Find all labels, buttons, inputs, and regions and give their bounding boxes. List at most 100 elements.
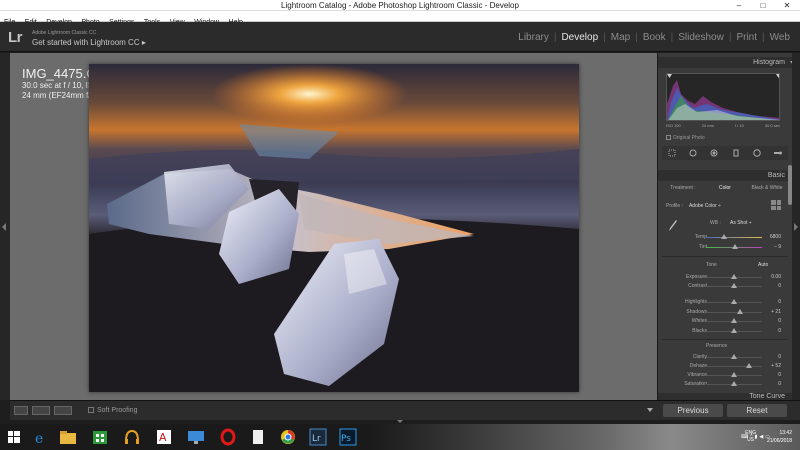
left-panel-collapsed[interactable] <box>0 53 10 400</box>
vibrance-value[interactable]: 0 <box>778 371 781 379</box>
collapse-right-arrow-icon[interactable] <box>794 223 798 231</box>
auto-tone-button[interactable]: Auto <box>758 262 768 268</box>
wb-dropdown[interactable]: As Shot ÷ <box>730 220 752 226</box>
saturation-value[interactable]: 0 <box>778 380 781 388</box>
tone-curve-header[interactable]: Tone Curve <box>658 393 800 400</box>
slider-contrast[interactable]: Contrast 0 <box>666 282 781 290</box>
lightroom-taskbar-icon[interactable]: Lr <box>308 428 328 446</box>
before-after-button[interactable] <box>32 406 50 415</box>
document-icon[interactable] <box>248 428 268 446</box>
acrobat-icon[interactable]: A <box>154 428 174 446</box>
reset-button[interactable]: Reset <box>727 404 787 417</box>
slider-whites[interactable]: Whites 0 <box>666 317 781 325</box>
before-after-options-button[interactable] <box>54 406 72 415</box>
system-clock[interactable]: 13:42 21/06/2018 <box>767 429 792 445</box>
profile-browser-icon[interactable] <box>771 200 781 210</box>
highlights-thumb[interactable] <box>731 299 737 304</box>
spot-removal-icon[interactable] <box>689 149 697 157</box>
expand-left-arrow-icon[interactable] <box>2 223 6 231</box>
saturation-thumb[interactable] <box>731 381 737 386</box>
white-balance-eyedropper-icon[interactable] <box>668 219 678 233</box>
slider-vibrance[interactable]: Vibrance 0 <box>666 371 781 379</box>
previous-button[interactable]: Previous <box>663 404 723 417</box>
internet-explorer-icon[interactable]: e <box>31 428 51 446</box>
headphones-icon[interactable] <box>122 428 142 446</box>
blacks-value[interactable]: 0 <box>778 327 781 335</box>
slider-highlights[interactable]: Highlights 0 <box>666 298 781 306</box>
whites-thumb[interactable] <box>731 318 737 323</box>
tint-thumb[interactable] <box>732 244 738 249</box>
module-library[interactable]: Library <box>514 32 553 43</box>
soft-proofing-checkbox[interactable] <box>88 407 94 413</box>
histogram-graph[interactable] <box>666 73 780 121</box>
contrast-thumb[interactable] <box>731 283 737 288</box>
histogram-header[interactable]: Histogram <box>658 57 800 68</box>
dehaze-value[interactable]: + 52 <box>771 362 781 370</box>
basic-header[interactable]: Basic <box>658 170 800 181</box>
identity-line-2[interactable]: Get started with Lightroom CC ▸ <box>32 38 146 47</box>
input-language[interactable]: ENG US <box>745 430 756 444</box>
original-photo-toggle[interactable]: Original Photo <box>666 135 705 141</box>
photoshop-taskbar-icon[interactable]: Ps <box>338 428 358 446</box>
windows-start-icon[interactable] <box>4 428 24 446</box>
opera-icon[interactable] <box>218 428 238 446</box>
original-photo-checkbox[interactable] <box>666 135 671 140</box>
volume-icon[interactable]: ◀ <box>759 434 763 440</box>
blacks-thumb[interactable] <box>731 327 737 333</box>
dehaze-track[interactable] <box>706 366 762 367</box>
maximize-button[interactable]: □ <box>754 0 772 11</box>
monitor-icon[interactable] <box>186 428 206 446</box>
module-slideshow[interactable]: Slideshow <box>674 32 728 43</box>
store-icon[interactable] <box>90 428 110 446</box>
exposure-value[interactable]: 0.00 <box>771 273 781 281</box>
file-explorer-icon[interactable] <box>58 428 78 446</box>
clarity-value[interactable]: 0 <box>778 353 781 361</box>
temp-value[interactable]: 6800 <box>770 233 781 241</box>
clarity-thumb[interactable] <box>731 354 737 359</box>
temp-track[interactable] <box>706 237 762 238</box>
vibrance-thumb[interactable] <box>731 372 737 377</box>
slider-shadows[interactable]: Shadows + 21 <box>666 308 781 316</box>
whites-value[interactable]: 0 <box>778 317 781 325</box>
module-book[interactable]: Book <box>639 32 670 43</box>
contrast-value[interactable]: 0 <box>778 282 781 290</box>
radial-filter-icon[interactable] <box>753 149 761 157</box>
chrome-icon[interactable] <box>278 428 298 446</box>
crop-icon[interactable] <box>668 149 676 157</box>
dehaze-thumb[interactable] <box>745 363 752 368</box>
module-print[interactable]: Print <box>732 32 761 43</box>
toolbar-options-icon[interactable] <box>647 408 653 412</box>
right-panel-edge[interactable] <box>792 53 800 400</box>
shadows-track[interactable] <box>706 311 762 313</box>
slider-tint[interactable]: Tint – 9 <box>666 243 781 251</box>
slider-clarity[interactable]: Clarity 0 <box>666 353 781 361</box>
profile-dropdown[interactable]: Adobe Color ÷ <box>689 203 721 209</box>
photo-canvas[interactable] <box>89 64 579 392</box>
tab-black-white[interactable]: Black & White <box>746 185 788 193</box>
module-map[interactable]: Map <box>607 32 634 43</box>
slider-dehaze[interactable]: Dehaze + 52 <box>666 362 781 370</box>
filmstrip-expand-icon[interactable] <box>397 420 403 423</box>
minimize-button[interactable]: – <box>730 0 748 11</box>
divider <box>662 256 788 257</box>
shadows-value[interactable]: + 21 <box>771 308 781 316</box>
module-develop[interactable]: Develop <box>557 32 602 43</box>
graduated-filter-icon[interactable] <box>732 149 740 157</box>
shadows-thumb[interactable] <box>736 308 743 314</box>
soft-proofing-toggle[interactable]: Soft Proofing <box>88 406 137 415</box>
red-eye-icon[interactable] <box>710 149 718 157</box>
highlights-value[interactable]: 0 <box>778 298 781 306</box>
slider-temp[interactable]: Temp 6800 <box>666 233 781 241</box>
slider-saturation[interactable]: Saturation 0 <box>666 380 781 388</box>
slider-blacks[interactable]: Blacks 0 <box>666 327 781 335</box>
close-button[interactable]: ✕ <box>774 0 800 11</box>
exposure-thumb[interactable] <box>731 274 737 279</box>
temp-thumb[interactable] <box>721 234 727 239</box>
loupe-view-button[interactable] <box>14 406 28 415</box>
svg-text:Lr: Lr <box>312 434 321 444</box>
module-web[interactable]: Web <box>766 32 794 43</box>
slider-exposure[interactable]: Exposure 0.00 <box>666 273 781 281</box>
tint-value[interactable]: – 9 <box>774 243 781 251</box>
tab-color[interactable]: Color <box>704 185 746 193</box>
adjustment-brush-icon[interactable] <box>773 149 782 157</box>
